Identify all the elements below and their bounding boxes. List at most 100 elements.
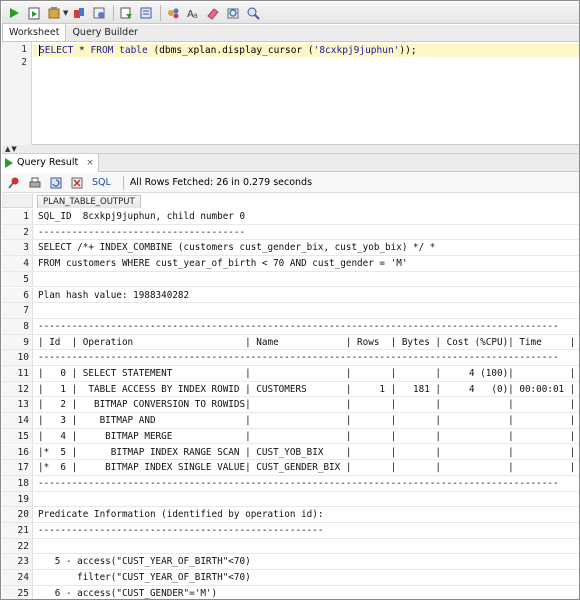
explain-plan-icon[interactable]: [138, 5, 154, 21]
history-icon[interactable]: [225, 5, 241, 21]
row-number: 20: [2, 507, 33, 522]
run-script-icon[interactable]: [26, 5, 42, 21]
collapse-up-icon[interactable]: ▲: [5, 145, 10, 153]
tab-query-result[interactable]: Query Result ×: [2, 153, 99, 172]
sql-link[interactable]: SQL: [92, 177, 111, 188]
plan-output-cell[interactable]: | 3 | BITMAP AND | | | | | |: [38, 413, 576, 428]
result-toolbar: SQL All Rows Fetched: 26 in 0.279 second…: [2, 173, 579, 193]
fetch-status: All Rows Fetched: 26 in 0.279 seconds: [129, 177, 313, 188]
table-row[interactable]: 1 SQL_ID 8cxkpj9juphun, child number 0: [2, 209, 579, 225]
plan-output-cell[interactable]: [38, 303, 576, 318]
tab-worksheet[interactable]: Worksheet: [2, 23, 67, 41]
plan-output-cell[interactable]: | 0 | SELECT STATEMENT | | | | 4 (100)| …: [38, 366, 576, 381]
plan-output-cell[interactable]: 5 - access("CUST_YEAR_OF_BIRTH"<70): [38, 554, 576, 569]
plan-output-cell[interactable]: [38, 492, 576, 507]
table-row[interactable]: 19: [2, 491, 579, 508]
line-number: 1: [21, 44, 27, 55]
table-row[interactable]: 15 | 4 | BITMAP MERGE | | | | | |: [2, 428, 579, 445]
table-row[interactable]: 14 | 3 | BITMAP AND | | | | | |: [2, 413, 579, 429]
table-row[interactable]: 24 filter("CUST_YEAR_OF_BIRTH"<70): [2, 570, 579, 586]
table-row[interactable]: 2 -------------------------------------: [2, 224, 579, 241]
rollback-icon[interactable]: [71, 5, 87, 21]
table-row[interactable]: 8 ---------------------------------------…: [2, 318, 579, 335]
plan-output-cell[interactable]: filter("CUST_YEAR_OF_BIRTH"<70): [38, 570, 576, 585]
line-number-gutter: 1 2: [2, 42, 32, 145]
refresh-icon[interactable]: [48, 175, 64, 191]
results-grid[interactable]: PLAN_TABLE_OUTPUT 1 SQL_ID 8cxkpj9juphun,…: [2, 194, 579, 599]
row-number: 3: [2, 240, 33, 256]
table-row[interactable]: 21 --------------------------------------…: [2, 523, 579, 539]
plan-output-cell[interactable]: |* 5 | BITMAP INDEX RANGE SCAN | CUST_YO…: [38, 445, 576, 460]
row-number: 16: [2, 444, 33, 460]
cancel-query-icon[interactable]: [69, 175, 85, 191]
table-row[interactable]: 23 5 - access("CUST_YEAR_OF_BIRTH"<70): [2, 554, 579, 571]
row-number: 1: [2, 209, 33, 224]
table-row[interactable]: 20 Predicate Information (identified by o…: [2, 507, 579, 523]
commit-icon[interactable]: [46, 5, 62, 21]
table-row[interactable]: 4 FROM customers WHERE cust_year_of_birth…: [2, 256, 579, 272]
plan-output-cell[interactable]: | 2 | BITMAP CONVERSION TO ROWIDS| | | |…: [38, 397, 576, 412]
table-row[interactable]: 18 --------------------------------------…: [2, 475, 579, 492]
sql-editor[interactable]: 1 2 SELECT * FROM table (dbms_xplan.disp…: [2, 42, 579, 145]
plan-output-cell[interactable]: |* 6 | BITMAP INDEX SINGLE VALUE| CUST_G…: [38, 460, 576, 475]
sql-code-line[interactable]: SELECT * FROM table (dbms_xplan.display_…: [39, 44, 417, 57]
plan-output-cell[interactable]: Predicate Information (identified by ope…: [38, 507, 576, 522]
keyword-select: SELECT: [39, 45, 74, 56]
play-icon: [5, 157, 13, 168]
table-row[interactable]: 11 | 0 | SELECT STATEMENT | | | | 4 (100)…: [2, 366, 579, 382]
plan-output-cell[interactable]: ----------------------------------------…: [38, 319, 576, 334]
row-number: 12: [2, 381, 33, 397]
table-row[interactable]: 25 6 - access("CUST_GENDER"='M'): [2, 585, 579, 599]
table-row[interactable]: 7: [2, 303, 579, 319]
toolbar-divider: [122, 175, 124, 190]
run-statement-icon[interactable]: [6, 5, 22, 21]
collapse-down-icon[interactable]: ▼: [11, 145, 16, 153]
plan-output-cell[interactable]: SQL_ID 8cxkpj9juphun, child number 0: [38, 209, 576, 224]
row-number: 22: [2, 538, 33, 554]
cancel-icon[interactable]: [91, 5, 107, 21]
pin-icon[interactable]: [6, 175, 22, 191]
sql-tuning-icon[interactable]: [118, 5, 134, 21]
column-header-plan-table-output[interactable]: PLAN_TABLE_OUTPUT: [37, 195, 141, 208]
row-number: 13: [2, 397, 33, 413]
plan-output-cell[interactable]: | 4 | BITMAP MERGE | | | | | |: [38, 429, 576, 444]
worksheet-tabs: Worksheet Query Builder: [2, 23, 579, 42]
row-number: 2: [2, 224, 33, 240]
find-icon[interactable]: [245, 5, 261, 21]
plan-output-cell[interactable]: | Id | Operation | Name | Rows | Bytes |…: [38, 335, 576, 350]
table-row[interactable]: 12 | 1 | TABLE ACCESS BY INDEX ROWID | CU…: [2, 381, 579, 398]
plan-output-cell[interactable]: | 1 | TABLE ACCESS BY INDEX ROWID | CUST…: [38, 382, 576, 397]
table-row[interactable]: 6 Plan hash value: 1988340282: [2, 287, 579, 304]
plan-output-cell[interactable]: SELECT /*+ INDEX_COMBINE (customers cust…: [38, 240, 576, 255]
autotrace-icon[interactable]: [165, 5, 181, 21]
plan-output-cell[interactable]: -------------------------------------: [38, 225, 576, 240]
plan-output-cell[interactable]: Plan hash value: 1988340282: [38, 288, 576, 303]
row-number: 14: [2, 413, 33, 428]
plan-output-cell[interactable]: ----------------------------------------…: [38, 523, 576, 538]
plan-output-cell[interactable]: FROM customers WHERE cust_year_of_birth …: [38, 256, 576, 271]
table-row[interactable]: 13 | 2 | BITMAP CONVERSION TO ROWIDS| | |…: [2, 397, 579, 414]
table-row[interactable]: 9 | Id | Operation | Name | Rows | Bytes …: [2, 334, 579, 351]
clear-icon[interactable]: Aa: [185, 5, 201, 21]
code-end: ));: [399, 45, 417, 56]
row-number: 4: [2, 256, 33, 271]
print-icon[interactable]: [27, 175, 43, 191]
toolbar-divider: [160, 4, 162, 21]
plan-output-cell[interactable]: [38, 539, 576, 554]
table-row[interactable]: 17 |* 6 | BITMAP INDEX SINGLE VALUE| CUST…: [2, 460, 579, 476]
table-row[interactable]: 5: [2, 271, 579, 288]
plan-output-cell[interactable]: ----------------------------------------…: [38, 350, 576, 365]
chevron-down-icon[interactable]: ▼: [63, 9, 68, 17]
close-icon[interactable]: ×: [86, 158, 94, 168]
row-number: 25: [2, 585, 33, 599]
table-row[interactable]: 22: [2, 538, 579, 555]
table-row[interactable]: 10 --------------------------------------…: [2, 350, 579, 366]
row-number: 11: [2, 366, 33, 381]
plan-output-cell[interactable]: ----------------------------------------…: [38, 476, 576, 491]
plan-output-cell[interactable]: 6 - access("CUST_GENDER"='M'): [38, 586, 576, 599]
table-row[interactable]: 16 |* 5 | BITMAP INDEX RANGE SCAN | CUST_…: [2, 444, 579, 461]
eraser-icon[interactable]: [205, 5, 221, 21]
table-row[interactable]: 3 SELECT /*+ INDEX_COMBINE (customers cus…: [2, 240, 579, 257]
tab-query-builder[interactable]: Query Builder: [66, 24, 144, 41]
plan-output-cell[interactable]: [38, 272, 576, 287]
